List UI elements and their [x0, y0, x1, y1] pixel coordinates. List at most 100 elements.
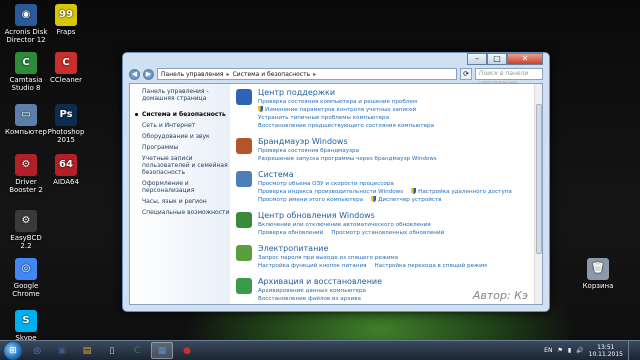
forward-button[interactable]: ▶	[143, 68, 154, 80]
taskbar-item-document[interactable]: ▯	[101, 342, 123, 359]
app-icon: 99	[55, 4, 77, 26]
taskbar-item-camtasia[interactable]: C	[126, 342, 148, 359]
category-title[interactable]: Система	[258, 170, 532, 180]
desktop-icon[interactable]: 99 Fraps	[44, 4, 88, 36]
category-title[interactable]: Архивация и восстановление	[258, 277, 532, 287]
category-icon[interactable]	[236, 278, 252, 294]
desktop-icon[interactable]: C Camtasia Studio 8	[4, 52, 48, 92]
task-link[interactable]: Просмотр объема ОЗУ и скорости процессор…	[258, 180, 394, 188]
category: Центр обновления Windows Включение или от…	[234, 211, 532, 237]
show-desktop-button[interactable]	[628, 340, 636, 360]
category: Система Просмотр объема ОЗУ и скорости пр…	[234, 170, 532, 204]
breadcrumb-control-panel[interactable]: Панель управления	[161, 71, 224, 78]
app-icon: ⚙	[15, 154, 37, 176]
taskbar-item-control-panel[interactable]: ▦	[151, 342, 173, 359]
category-icon[interactable]	[236, 245, 252, 261]
task-link[interactable]: Восстановление предшествующего состояния…	[258, 122, 434, 130]
desktop-icon[interactable]: ⚙ EasyBCD 2.2	[4, 210, 48, 250]
task-link[interactable]: Восстановление файлов из архива	[258, 295, 361, 303]
flag-icon[interactable]: ⚑	[557, 347, 562, 354]
clock-time: 13:51	[597, 343, 615, 351]
task-link[interactable]: Архивирование данных компьютера	[258, 287, 366, 295]
chrome-icon: ◎	[33, 345, 41, 356]
task-link[interactable]: Настройка функций кнопок питания	[258, 262, 366, 270]
sidebar-item-network[interactable]: Сеть и Интернет	[130, 120, 230, 131]
system-tray: EN ⚑ ▮ 🔊 13:51 10.11.2015	[544, 340, 640, 360]
task-link[interactable]: Устранить типичные проблемы компьютера	[258, 114, 389, 122]
task-link[interactable]: Проверка обновлений	[258, 229, 323, 237]
desktop-icon-label: Google Chrome	[12, 282, 40, 298]
task-link[interactable]: Включение или отключение автоматического…	[258, 221, 431, 229]
category-links: Проверка состояния брандмауэра Разрешение…	[258, 147, 532, 163]
start-button[interactable]: ⊞	[4, 341, 22, 360]
desktop-icon[interactable]: ◎ Google Chrome	[4, 258, 48, 298]
taskbar-items: ◎ ▣ ▤ ▯ C ▦ ●	[26, 342, 201, 359]
sidebar-item-system-security[interactable]: Система и безопасность	[130, 109, 230, 120]
network-icon[interactable]: ▮	[568, 347, 571, 354]
desktop-icon-label: Driver Booster 2	[9, 178, 43, 194]
desktop-icon[interactable]: C CCleaner	[44, 52, 88, 84]
clock[interactable]: 13:51 10.11.2015	[589, 344, 623, 358]
address-bar[interactable]: Панель управления ▸ Система и безопаснос…	[157, 68, 457, 80]
task-link[interactable]: Просмотр установленных обновлений	[331, 229, 444, 237]
task-link[interactable]: Проверка состояния брандмауэра	[258, 147, 359, 155]
taskbar-item-recording[interactable]: ●	[176, 342, 198, 359]
desktop-icon[interactable]: ▭ Компьютер	[4, 104, 48, 136]
task-link[interactable]: Изменение параметров контроля учетных за…	[258, 106, 416, 114]
sidebar-item-clock[interactable]: Часы, язык и регион	[130, 196, 230, 207]
sidebar-item-programs[interactable]: Программы	[130, 142, 230, 153]
scrollbar[interactable]	[534, 84, 542, 304]
category-title[interactable]: Брандмауэр Windows	[258, 137, 532, 147]
desktop-icon-label: AIDA64	[53, 178, 79, 186]
sidebar-item-accessibility[interactable]: Специальные возможности	[130, 207, 230, 218]
task-link[interactable]: Проверка состояния компьютера и решение …	[258, 98, 417, 106]
task-link[interactable]: Запрос пароля при выходе из спящего режи…	[258, 254, 398, 262]
minimize-button[interactable]: –	[467, 53, 487, 65]
app-icon: ▭	[15, 104, 37, 126]
desktop-icon[interactable]: 🗑 Корзина	[576, 258, 620, 290]
desktop-icon[interactable]: Ps Photoshop 2015	[44, 104, 88, 144]
navigation-bar: ◀ ▶ Панель управления ▸ Система и безопа…	[129, 67, 543, 87]
category-links: Включение или отключение автоматического…	[258, 221, 532, 237]
search-input[interactable]: Поиск в панели управления	[475, 68, 543, 87]
task-link[interactable]: Настройка перехода в спящий режим	[374, 262, 486, 270]
sidebar: Панель управления - домашняя страница Си…	[130, 84, 230, 304]
desktop-icon[interactable]: ⚙ Driver Booster 2	[4, 154, 48, 194]
task-link[interactable]: Проверка индекса производительности Wind…	[258, 188, 403, 196]
desktop-icon[interactable]: S Skype	[4, 310, 48, 342]
desktop-icon-label: Photoshop 2015	[47, 128, 85, 144]
sidebar-item-appearance[interactable]: Оформление и персонализация	[130, 178, 230, 196]
taskbar-item-chrome[interactable]: ◎	[26, 342, 48, 359]
task-link[interactable]: Просмотр имени этого компьютера	[258, 196, 363, 204]
back-button[interactable]: ◀	[129, 68, 140, 80]
sidebar-home-link[interactable]: Панель управления - домашняя страница	[130, 84, 230, 104]
clock-date: 10.11.2015	[588, 350, 623, 358]
category-icon[interactable]	[236, 171, 252, 187]
desktop-icon[interactable]: 64 AIDA64	[44, 154, 88, 186]
category-icon[interactable]	[236, 212, 252, 228]
category-icon[interactable]	[236, 89, 252, 105]
scrollbar-thumb[interactable]	[536, 104, 542, 254]
maximize-button[interactable]: □	[487, 53, 507, 65]
refresh-button[interactable]: ⟳	[460, 68, 472, 80]
breadcrumb-system-security[interactable]: Система и безопасность	[233, 71, 311, 78]
category-title[interactable]: Электропитание	[258, 244, 532, 254]
app-icon: C	[55, 52, 77, 74]
volume-icon[interactable]: 🔊	[576, 347, 583, 354]
taskbar-item-save[interactable]: ▣	[51, 342, 73, 359]
close-button[interactable]: ✕	[507, 53, 543, 65]
sidebar-item-hardware[interactable]: Оборудование и звук	[130, 131, 230, 142]
sidebar-item-accounts[interactable]: Учетные записи пользователей и семейная …	[130, 153, 230, 178]
desktop-icon[interactable]: ◉ Acronis Disk Director 12	[4, 4, 48, 44]
desktop-icon-label: Fraps	[56, 28, 76, 36]
category-icon[interactable]	[236, 138, 252, 154]
language-indicator[interactable]: EN	[544, 347, 552, 354]
task-link[interactable]: Настройка удаленного доступа	[411, 188, 512, 196]
task-link[interactable]: Разрешение запуска программы через бранд…	[258, 155, 437, 163]
category-title[interactable]: Центр поддержки	[258, 88, 532, 98]
taskbar-item-explorer[interactable]: ▤	[76, 342, 98, 359]
taskbar: ⊞ ◎ ▣ ▤ ▯ C ▦ ● EN ⚑ ▮ 🔊 13:51 10.11.2015	[0, 340, 640, 360]
category-title[interactable]: Центр обновления Windows	[258, 211, 532, 221]
app-icon: ⚙	[15, 210, 37, 232]
task-link[interactable]: Диспетчер устройств	[371, 196, 441, 204]
